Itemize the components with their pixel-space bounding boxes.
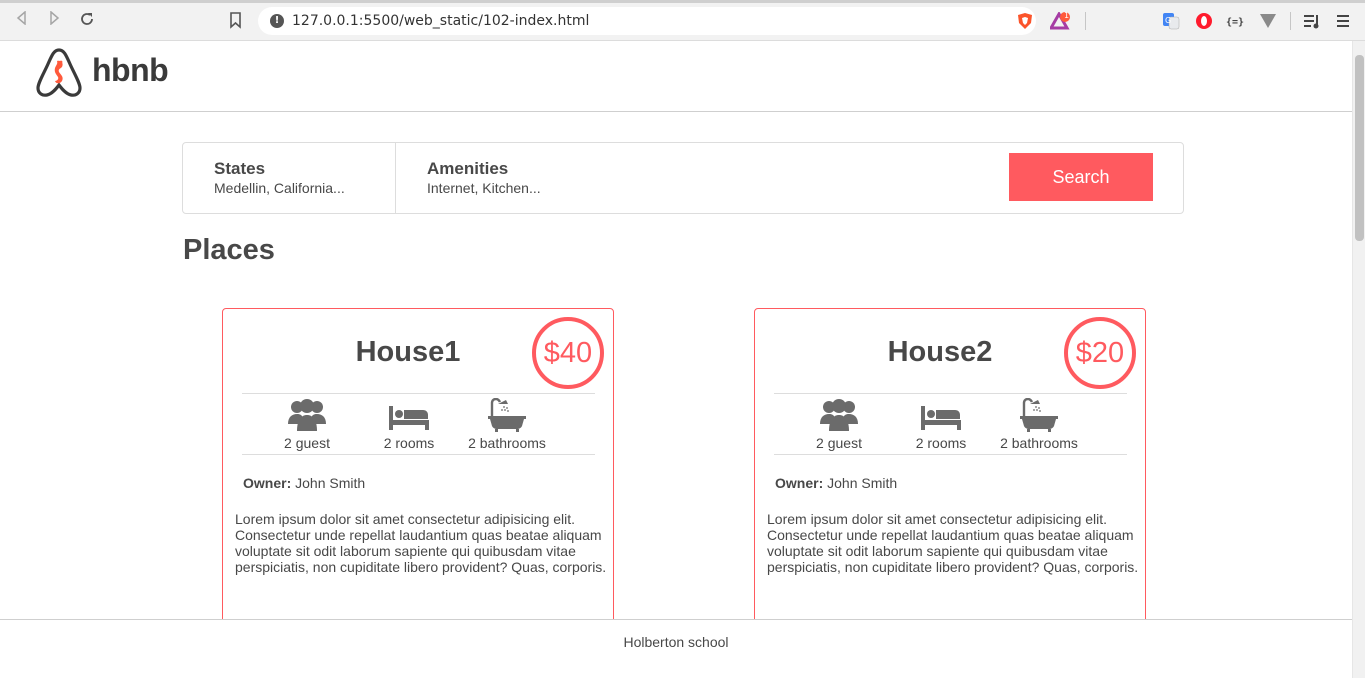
guests-label: 2 guest <box>816 435 862 451</box>
amenities-filter[interactable]: Amenities Internet, Kitchen... <box>396 143 796 213</box>
bathrooms-label: 2 bathrooms <box>468 435 546 451</box>
guests-info: 2 guest <box>789 398 889 451</box>
price-badge: $40 <box>532 317 604 389</box>
amenities-filter-title: Amenities <box>427 159 509 178</box>
scrollbar-thumb[interactable] <box>1355 55 1364 241</box>
toolbar-divider <box>1290 12 1291 30</box>
playlist-icon[interactable] <box>1303 12 1321 30</box>
place-description: Lorem ipsum dolor sit amet consectetur a… <box>767 511 1139 575</box>
guests-info: 2 guest <box>257 398 357 451</box>
brave-rewards-icon[interactable]: 1 <box>1048 10 1070 30</box>
owner-info: Owner: John Smith <box>775 475 897 491</box>
forward-icon[interactable] <box>44 10 64 31</box>
vertical-scrollbar[interactable] <box>1352 41 1365 678</box>
guests-icon <box>820 399 858 431</box>
price-badge: $20 <box>1064 317 1136 389</box>
owner-info: Owner: John Smith <box>243 475 365 491</box>
search-button[interactable]: Search <box>1009 153 1153 201</box>
bathtub-icon <box>1020 398 1058 432</box>
translate-icon[interactable]: G <box>1162 12 1180 30</box>
rooms-label: 2 rooms <box>915 435 967 451</box>
owner-name: John Smith <box>295 475 366 491</box>
menu-icon[interactable] <box>1336 12 1354 30</box>
opera-icon[interactable] <box>1195 12 1213 30</box>
guests-label: 2 guest <box>284 435 330 451</box>
bathtub-icon <box>488 398 526 432</box>
bed-icon <box>921 406 961 430</box>
place-card: House2 $20 2 guest 2 rooms 2 bathrooms O… <box>754 308 1146 638</box>
brave-shield-icon[interactable] <box>1016 12 1034 30</box>
states-filter[interactable]: States Medellin, California... <box>183 143 396 213</box>
place-information: 2 guest 2 rooms 2 bathrooms <box>774 393 1127 455</box>
states-filter-value: Medellin, California... <box>214 180 345 196</box>
states-filter-title: States <box>214 159 266 178</box>
vivaldi-icon[interactable] <box>1259 12 1277 30</box>
place-information: 2 guest 2 rooms 2 bathrooms <box>242 393 595 455</box>
site-header: hbnb <box>0 41 1352 112</box>
browser-toolbar: ! 127.0.0.1:5500/web_static/102-index.ht… <box>0 0 1365 41</box>
bed-icon <box>389 406 429 430</box>
bookmark-icon[interactable] <box>229 12 242 29</box>
place-description: Lorem ipsum dolor sit amet consectetur a… <box>235 511 607 575</box>
owner-name: John Smith <box>827 475 898 491</box>
rooms-info: 2 rooms <box>891 398 991 451</box>
rooms-info: 2 rooms <box>359 398 459 451</box>
json-viewer-icon[interactable]: {=} <box>1226 12 1244 30</box>
back-icon[interactable] <box>12 10 32 31</box>
bathrooms-info: 2 bathrooms <box>457 398 557 451</box>
owner-label: Owner: <box>775 475 824 491</box>
svg-text:{=}: {=} <box>1226 17 1244 28</box>
rooms-label: 2 rooms <box>383 435 435 451</box>
footer-text: Holberton school <box>623 634 729 650</box>
svg-text:G: G <box>1165 16 1171 25</box>
guests-icon <box>288 399 326 431</box>
logo-text[interactable]: hbnb <box>92 52 169 89</box>
logo-icon[interactable] <box>36 47 82 97</box>
info-icon[interactable]: ! <box>270 14 284 28</box>
address-bar[interactable]: ! 127.0.0.1:5500/web_static/102-index.ht… <box>258 7 1036 35</box>
filters-section: States Medellin, California... Amenities… <box>182 142 1184 214</box>
place-card: House1 $40 2 guest 2 rooms 2 bathrooms O… <box>222 308 614 638</box>
toolbar-divider <box>1085 12 1086 30</box>
places-title: Places <box>183 234 275 266</box>
bathrooms-info: 2 bathrooms <box>989 398 1089 451</box>
rewards-badge: 1 <box>1064 11 1070 20</box>
site-footer: Holberton school <box>0 619 1352 678</box>
bathrooms-label: 2 bathrooms <box>1000 435 1078 451</box>
tab-strip <box>0 0 1365 3</box>
reload-icon[interactable] <box>77 11 97 31</box>
amenities-filter-value: Internet, Kitchen... <box>427 180 541 196</box>
owner-label: Owner: <box>243 475 292 491</box>
url-text[interactable]: 127.0.0.1:5500/web_static/102-index.html <box>292 13 589 29</box>
